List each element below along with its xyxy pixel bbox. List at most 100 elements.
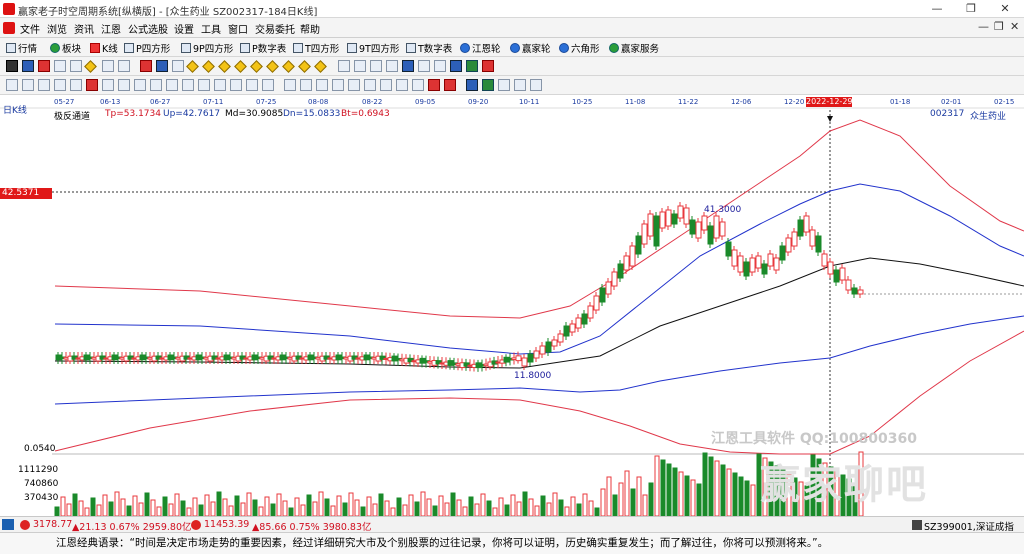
child-minimize-button[interactable]: —: [978, 20, 989, 33]
watermark-logo-text: 赢家聊吧: [760, 462, 928, 508]
status-grid-icon[interactable]: [2, 519, 14, 530]
toolbar-winner-wheel[interactable]: 赢家轮: [510, 41, 551, 55]
tool2-icon-30[interactable]: [482, 79, 494, 91]
tool2-icon-12[interactable]: [182, 79, 194, 91]
tool-icon-23[interactable]: [370, 60, 382, 72]
child-close-button[interactable]: ✕: [1010, 20, 1019, 33]
toolbar-p-number-table[interactable]: P数字表: [240, 41, 286, 55]
volume-bar: [180, 500, 186, 517]
tool-icon-30[interactable]: [482, 60, 494, 72]
volume-bar: [750, 484, 756, 517]
tool2-icon-5[interactable]: [70, 79, 82, 91]
tool-icon-8[interactable]: [118, 60, 130, 72]
tool-icon-25[interactable]: [402, 60, 414, 72]
toolbar-p-square[interactable]: P四方形: [124, 41, 170, 55]
tool2-icon-3[interactable]: [38, 79, 50, 91]
tool2-icon-16[interactable]: [246, 79, 258, 91]
tool-icon-1[interactable]: [6, 60, 18, 72]
tool-icon-6[interactable]: [84, 60, 97, 73]
tool-icon-28[interactable]: [450, 60, 462, 72]
tool2-icon-13[interactable]: [198, 79, 210, 91]
tool2-icon-23[interactable]: [364, 79, 376, 91]
tool2-icon-6[interactable]: [86, 79, 98, 91]
menu-file[interactable]: 文件: [20, 21, 40, 36]
tool2-icon-11[interactable]: [166, 79, 178, 91]
toolbar-t-number-table[interactable]: T数字表: [406, 41, 452, 55]
tool2-icon-9[interactable]: [134, 79, 146, 91]
tool-icon-17[interactable]: [266, 60, 279, 73]
toolbar-hexagon[interactable]: 六角形: [559, 41, 600, 55]
tool-icon-21[interactable]: [338, 60, 350, 72]
tool-icon-12[interactable]: [186, 60, 199, 73]
tool-icon-7[interactable]: [102, 60, 114, 72]
tool-icon-4[interactable]: [54, 60, 66, 72]
volume-bar: [732, 472, 738, 517]
tool-icon-3[interactable]: [38, 60, 50, 72]
tool2-icon-1[interactable]: [6, 79, 18, 91]
toolbar-9p-square[interactable]: 9P四方形: [181, 41, 233, 55]
tool2-icon-4[interactable]: [54, 79, 66, 91]
tool-icon-24[interactable]: [386, 60, 398, 72]
toolbar-sector[interactable]: 板块: [50, 41, 81, 55]
tool-icon-13[interactable]: [202, 60, 215, 73]
tool-icon-16[interactable]: [250, 60, 263, 73]
tool-icon-14[interactable]: [218, 60, 231, 73]
tool2-icon-33[interactable]: [530, 79, 542, 91]
volume-bar: [150, 499, 156, 517]
toolbar-quotes[interactable]: 行情: [6, 41, 37, 55]
child-restore-button[interactable]: ❐: [994, 20, 1004, 33]
tool2-icon-8[interactable]: [118, 79, 130, 91]
toolbar-9t-square[interactable]: 9T四方形: [347, 41, 399, 55]
menu-help[interactable]: 帮助: [300, 21, 320, 36]
tool-icon-18[interactable]: [282, 60, 295, 73]
tool2-icon-19[interactable]: [300, 79, 312, 91]
tool2-icon-15[interactable]: [230, 79, 242, 91]
menu-formula[interactable]: 公式选股: [128, 21, 168, 36]
tool2-icon-22[interactable]: [348, 79, 360, 91]
tool-icon-20[interactable]: [314, 60, 327, 73]
menu-settings[interactable]: 设置: [174, 21, 194, 36]
menu-info[interactable]: 资讯: [74, 21, 94, 36]
tool2-icon-14[interactable]: [214, 79, 226, 91]
tool-icon-29[interactable]: [466, 60, 478, 72]
tool-icon-9[interactable]: [140, 60, 152, 72]
menu-trade[interactable]: 交易委托: [255, 21, 295, 36]
tool2-icon-21[interactable]: [332, 79, 344, 91]
tool-icon-15[interactable]: [234, 60, 247, 73]
toolbar-gann-wheel[interactable]: 江恩轮: [460, 41, 501, 55]
menu-gann[interactable]: 江恩: [101, 21, 121, 36]
tool2-icon-31[interactable]: [498, 79, 510, 91]
volume-bar: [744, 480, 750, 517]
tool-icon-2[interactable]: [22, 60, 34, 72]
close-button[interactable]: ✕: [988, 0, 1022, 18]
tool2-icon-18[interactable]: [284, 79, 296, 91]
tool2-icon-17[interactable]: [262, 79, 274, 91]
tool-icon-26[interactable]: [418, 60, 430, 72]
tool2-icon-27[interactable]: [428, 79, 440, 91]
tool-icon-5[interactable]: [70, 60, 82, 72]
tool-icon-19[interactable]: [298, 60, 311, 73]
maximize-button[interactable]: ❐: [954, 0, 988, 18]
toolbar-t-square[interactable]: T四方形: [293, 41, 339, 55]
toolbar-kline[interactable]: K线: [90, 41, 118, 55]
minimize-button[interactable]: —: [920, 0, 954, 18]
menu-window[interactable]: 窗口: [228, 21, 248, 36]
tool2-icon-20[interactable]: [316, 79, 328, 91]
tool2-icon-24[interactable]: [380, 79, 392, 91]
tool-icon-10[interactable]: [156, 60, 168, 72]
tool-icon-11[interactable]: [172, 60, 184, 72]
tool-icon-27[interactable]: [434, 60, 446, 72]
tool2-icon-7[interactable]: [102, 79, 114, 91]
candle-rally: [611, 271, 618, 287]
tool2-icon-32[interactable]: [514, 79, 526, 91]
menu-tools[interactable]: 工具: [201, 21, 221, 36]
toolbar-winner-service[interactable]: 赢家服务: [609, 41, 659, 55]
menu-browse[interactable]: 浏览: [47, 21, 67, 36]
tool2-icon-29[interactable]: [466, 79, 478, 91]
tool2-icon-28[interactable]: [444, 79, 456, 91]
tool2-icon-2[interactable]: [22, 79, 34, 91]
tool-icon-22[interactable]: [354, 60, 366, 72]
tool2-icon-10[interactable]: [150, 79, 162, 91]
tool2-icon-25[interactable]: [396, 79, 408, 91]
tool2-icon-26[interactable]: [412, 79, 424, 91]
